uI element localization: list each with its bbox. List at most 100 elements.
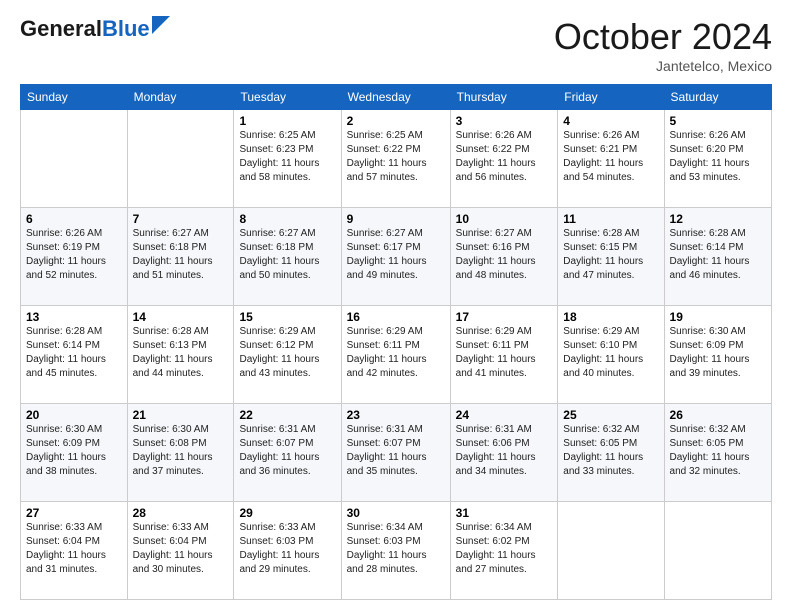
col-friday: Friday (558, 85, 664, 110)
col-sunday: Sunday (21, 85, 128, 110)
col-tuesday: Tuesday (234, 85, 341, 110)
day-detail: Sunrise: 6:25 AMSunset: 6:22 PMDaylight:… (347, 130, 427, 183)
day-detail: Sunrise: 6:31 AMSunset: 6:06 PMDaylight:… (456, 424, 536, 477)
table-row: 16Sunrise: 6:29 AMSunset: 6:11 PMDayligh… (341, 306, 450, 404)
title-block: October 2024 Jantetelco, Mexico (554, 16, 772, 74)
col-monday: Monday (127, 85, 234, 110)
day-detail: Sunrise: 6:33 AMSunset: 6:03 PMDaylight:… (239, 522, 319, 575)
table-row: 30Sunrise: 6:34 AMSunset: 6:03 PMDayligh… (341, 502, 450, 600)
table-row (664, 502, 771, 600)
day-detail: Sunrise: 6:29 AMSunset: 6:12 PMDaylight:… (239, 326, 319, 379)
location: Jantetelco, Mexico (554, 58, 772, 74)
table-row: 25 Sunrise: 6:32 AMSunset: 6:05 PMDayligh… (558, 404, 664, 502)
calendar-week-row: 27 Sunrise: 6:33 AMSunset: 6:04 PMDayligh… (21, 502, 772, 600)
day-detail: Sunrise: 6:30 AMSunset: 6:09 PMDaylight:… (670, 326, 750, 379)
logo-text: GeneralBlue (20, 16, 150, 42)
day-number: 31 (456, 506, 553, 520)
day-detail: Sunrise: 6:32 AMSunset: 6:05 PMDaylight:… (670, 424, 750, 477)
logo: GeneralBlue (20, 16, 170, 42)
day-number: 23 (347, 408, 445, 422)
day-number: 30 (347, 506, 445, 520)
logo-arrow-icon (152, 16, 170, 39)
col-wednesday: Wednesday (341, 85, 450, 110)
table-row: 5Sunrise: 6:26 AMSunset: 6:20 PMDaylight… (664, 110, 771, 208)
day-detail: Sunrise: 6:30 AMSunset: 6:08 PMDaylight:… (133, 424, 213, 477)
header: GeneralBlue October 2024 Jantetelco, Mex… (20, 16, 772, 74)
table-row: 27 Sunrise: 6:33 AMSunset: 6:04 PMDayligh… (21, 502, 128, 600)
table-row: 31 Sunrise: 6:34 AMSunset: 6:02 PMDayligh… (450, 502, 558, 600)
day-detail: Sunrise: 6:29 AMSunset: 6:11 PMDaylight:… (456, 326, 536, 379)
day-detail: Sunrise: 6:28 AMSunset: 6:14 PMDaylight:… (26, 326, 106, 379)
table-row: 18Sunrise: 6:29 AMSunset: 6:10 PMDayligh… (558, 306, 664, 404)
day-detail: Sunrise: 6:32 AMSunset: 6:05 PMDaylight:… (563, 424, 643, 477)
day-detail: Sunrise: 6:31 AMSunset: 6:07 PMDaylight:… (347, 424, 427, 477)
day-number: 2 (347, 114, 445, 128)
calendar-page: GeneralBlue October 2024 Jantetelco, Mex… (0, 0, 792, 612)
day-number: 13 (26, 310, 122, 324)
table-row: 14 Sunrise: 6:28 AMSunset: 6:13 PMDayligh… (127, 306, 234, 404)
table-row: 9 Sunrise: 6:27 AMSunset: 6:17 PMDaylight… (341, 208, 450, 306)
table-row: 11 Sunrise: 6:28 AMSunset: 6:15 PMDayligh… (558, 208, 664, 306)
day-detail: Sunrise: 6:28 AMSunset: 6:15 PMDaylight:… (563, 228, 643, 281)
day-number: 1 (239, 114, 335, 128)
calendar-week-row: 13 Sunrise: 6:28 AMSunset: 6:14 PMDayligh… (21, 306, 772, 404)
table-row: 28 Sunrise: 6:33 AMSunset: 6:04 PMDayligh… (127, 502, 234, 600)
table-row: 10 Sunrise: 6:27 AMSunset: 6:16 PMDayligh… (450, 208, 558, 306)
day-detail: Sunrise: 6:33 AMSunset: 6:04 PMDaylight:… (26, 522, 106, 575)
table-row: 15 Sunrise: 6:29 AMSunset: 6:12 PMDayligh… (234, 306, 341, 404)
calendar-week-row: 1 Sunrise: 6:25 AMSunset: 6:23 PMDaylight… (21, 110, 772, 208)
day-detail: Sunrise: 6:29 AMSunset: 6:11 PMDaylight:… (347, 326, 427, 379)
table-row: 21 Sunrise: 6:30 AMSunset: 6:08 PMDayligh… (127, 404, 234, 502)
table-row (558, 502, 664, 600)
day-detail: Sunrise: 6:27 AMSunset: 6:18 PMDaylight:… (133, 228, 213, 281)
col-thursday: Thursday (450, 85, 558, 110)
day-number: 28 (133, 506, 229, 520)
day-number: 17 (456, 310, 553, 324)
table-row: 3Sunrise: 6:26 AMSunset: 6:22 PMDaylight… (450, 110, 558, 208)
day-detail: Sunrise: 6:27 AMSunset: 6:18 PMDaylight:… (239, 228, 319, 281)
table-row: 1 Sunrise: 6:25 AMSunset: 6:23 PMDaylight… (234, 110, 341, 208)
day-number: 14 (133, 310, 229, 324)
day-number: 21 (133, 408, 229, 422)
day-number: 6 (26, 212, 122, 226)
table-row: 24 Sunrise: 6:31 AMSunset: 6:06 PMDayligh… (450, 404, 558, 502)
day-number: 20 (26, 408, 122, 422)
day-number: 24 (456, 408, 553, 422)
day-number: 27 (26, 506, 122, 520)
day-number: 29 (239, 506, 335, 520)
table-row: 26 Sunrise: 6:32 AMSunset: 6:05 PMDayligh… (664, 404, 771, 502)
day-detail: Sunrise: 6:31 AMSunset: 6:07 PMDaylight:… (239, 424, 319, 477)
day-detail: Sunrise: 6:27 AMSunset: 6:16 PMDaylight:… (456, 228, 536, 281)
day-number: 12 (670, 212, 766, 226)
day-number: 9 (347, 212, 445, 226)
table-row: 13 Sunrise: 6:28 AMSunset: 6:14 PMDayligh… (21, 306, 128, 404)
month-title: October 2024 (554, 16, 772, 58)
day-number: 15 (239, 310, 335, 324)
day-number: 25 (563, 408, 658, 422)
day-detail: Sunrise: 6:25 AMSunset: 6:23 PMDaylight:… (239, 130, 319, 183)
day-detail: Sunrise: 6:33 AMSunset: 6:04 PMDaylight:… (133, 522, 213, 575)
day-detail: Sunrise: 6:26 AMSunset: 6:21 PMDaylight:… (563, 130, 643, 183)
table-row: 29 Sunrise: 6:33 AMSunset: 6:03 PMDayligh… (234, 502, 341, 600)
table-row: 12Sunrise: 6:28 AMSunset: 6:14 PMDayligh… (664, 208, 771, 306)
day-number: 11 (563, 212, 658, 226)
day-detail: Sunrise: 6:34 AMSunset: 6:02 PMDaylight:… (456, 522, 536, 575)
table-row: 23 Sunrise: 6:31 AMSunset: 6:07 PMDayligh… (341, 404, 450, 502)
day-detail: Sunrise: 6:26 AMSunset: 6:19 PMDaylight:… (26, 228, 106, 281)
day-number: 18 (563, 310, 658, 324)
day-number: 5 (670, 114, 766, 128)
table-row: 22 Sunrise: 6:31 AMSunset: 6:07 PMDayligh… (234, 404, 341, 502)
day-number: 19 (670, 310, 766, 324)
day-number: 8 (239, 212, 335, 226)
day-detail: Sunrise: 6:26 AMSunset: 6:22 PMDaylight:… (456, 130, 536, 183)
day-number: 26 (670, 408, 766, 422)
calendar-table: Sunday Monday Tuesday Wednesday Thursday… (20, 84, 772, 600)
day-detail: Sunrise: 6:28 AMSunset: 6:13 PMDaylight:… (133, 326, 213, 379)
table-row: 20Sunrise: 6:30 AMSunset: 6:09 PMDayligh… (21, 404, 128, 502)
table-row: 2 Sunrise: 6:25 AMSunset: 6:22 PMDaylight… (341, 110, 450, 208)
day-number: 10 (456, 212, 553, 226)
day-detail: Sunrise: 6:27 AMSunset: 6:17 PMDaylight:… (347, 228, 427, 281)
day-number: 4 (563, 114, 658, 128)
calendar-header-row: Sunday Monday Tuesday Wednesday Thursday… (21, 85, 772, 110)
day-number: 22 (239, 408, 335, 422)
